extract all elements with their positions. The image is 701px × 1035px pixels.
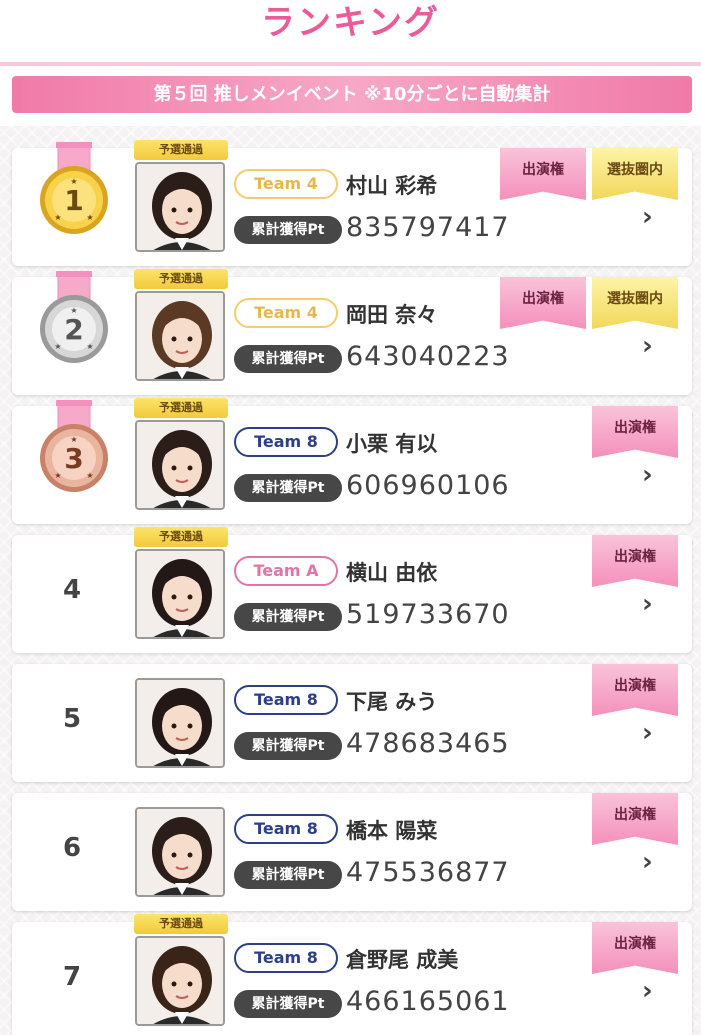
- points-value: 643040223: [346, 341, 510, 372]
- chevron-right-icon[interactable]: ›: [642, 847, 653, 877]
- svg-text:★: ★: [70, 177, 77, 186]
- appearance-right-tag: 出演権: [592, 664, 678, 716]
- points-label: 累計獲得Pt: [234, 216, 342, 244]
- svg-text:★: ★: [86, 342, 93, 351]
- svg-text:★: ★: [54, 342, 61, 351]
- team-badge: Team 8: [234, 685, 338, 715]
- chevron-right-icon[interactable]: ›: [642, 718, 653, 748]
- svg-text:2: 2: [64, 313, 83, 346]
- points-value: 475536877: [346, 857, 510, 888]
- member-photo: [135, 807, 225, 897]
- team-badge: Team 4: [234, 298, 338, 328]
- team-badge: Team 8: [234, 943, 338, 973]
- points-value: 478683465: [346, 728, 510, 759]
- bronze-medal-icon: 3 ★ ★ ★: [36, 399, 112, 496]
- points-label: 累計獲得Pt: [234, 861, 342, 889]
- svg-text:3: 3: [64, 442, 83, 475]
- ranking-card[interactable]: 6 Team 8 橋本 陽菜 累計獲得Pt 475536877 出演権 ›: [12, 793, 692, 911]
- appearance-right-tag: 出演権: [592, 406, 678, 458]
- points-value: 466165061: [346, 986, 510, 1017]
- selection-zone-tag: 選抜圏内: [592, 277, 678, 329]
- ranking-card[interactable]: 2 ★ ★ ★ 予選通過 Team 4 岡田 奈々 累計獲得Pt 643040223 出演権 選抜圏…: [12, 269, 692, 395]
- points-label: 累計獲得Pt: [234, 732, 342, 760]
- chevron-right-icon[interactable]: ›: [642, 202, 653, 232]
- appearance-right-tag: 出演権: [592, 922, 678, 974]
- qualified-badge: 予選通過: [134, 140, 228, 160]
- member-photo: [135, 420, 225, 510]
- appearance-right-tag: 出演権: [500, 148, 586, 200]
- rank-number: 7: [62, 962, 82, 992]
- member-name: 村山 彩希: [346, 174, 438, 198]
- member-name: 倉野尾 成美: [346, 948, 459, 972]
- gold-medal-icon: 1 ★ ★ ★: [36, 141, 112, 238]
- member-name: 岡田 奈々: [346, 303, 438, 327]
- svg-text:1: 1: [64, 184, 83, 217]
- appearance-right-tag: 出演権: [592, 535, 678, 587]
- member-photo: [135, 162, 225, 252]
- chevron-right-icon[interactable]: ›: [642, 976, 653, 1006]
- page-header: ランキング: [0, 0, 701, 62]
- silver-medal-icon: 2 ★ ★ ★: [36, 270, 112, 367]
- points-label: 累計獲得Pt: [234, 474, 342, 502]
- svg-text:★: ★: [70, 435, 77, 444]
- chevron-right-icon[interactable]: ›: [642, 331, 653, 361]
- rank-number: 4: [62, 575, 82, 605]
- member-name: 橋本 陽菜: [346, 819, 438, 843]
- svg-text:★: ★: [54, 471, 61, 480]
- points-label: 累計獲得Pt: [234, 345, 342, 373]
- member-name: 横山 由依: [346, 561, 438, 585]
- rank-number: 6: [62, 833, 82, 863]
- team-badge: Team A: [234, 556, 338, 586]
- points-value: 835797417: [346, 212, 510, 243]
- qualified-badge: 予選通過: [134, 914, 228, 934]
- points-label: 累計獲得Pt: [234, 990, 342, 1018]
- qualified-badge: 予選通過: [134, 269, 228, 289]
- selection-zone-tag: 選抜圏内: [592, 148, 678, 200]
- member-photo: [135, 549, 225, 639]
- team-badge: Team 8: [234, 427, 338, 457]
- ranking-card[interactable]: 1 ★ ★ ★ 予選通過 Team 4 村山 彩希 累計獲得Pt 835797417 出演権 選抜圏…: [12, 140, 692, 266]
- qualified-badge: 予選通過: [134, 398, 228, 418]
- points-value: 606960106: [346, 470, 510, 501]
- member-name: 小栗 有以: [346, 432, 438, 456]
- svg-text:★: ★: [86, 213, 93, 222]
- team-badge: Team 4: [234, 169, 338, 199]
- member-photo: [135, 678, 225, 768]
- svg-text:★: ★: [54, 213, 61, 222]
- appearance-right-tag: 出演権: [500, 277, 586, 329]
- ranking-card[interactable]: 3 ★ ★ ★ 予選通過 Team 8 小栗 有以 累計獲得Pt 606960106 出演権 ›: [12, 398, 692, 524]
- member-photo: [135, 291, 225, 381]
- chevron-right-icon[interactable]: ›: [642, 460, 653, 490]
- points-value: 519733670: [346, 599, 510, 630]
- svg-text:★: ★: [86, 471, 93, 480]
- points-label: 累計獲得Pt: [234, 603, 342, 631]
- member-photo: [135, 936, 225, 1026]
- event-banner: 第５回 推しメンイベント ※10分ごとに自動集計: [12, 76, 692, 113]
- ranking-card[interactable]: 5 Team 8 下尾 みう 累計獲得Pt 478683465 出演権 ›: [12, 664, 692, 782]
- rank-number: 5: [62, 704, 82, 734]
- qualified-badge: 予選通過: [134, 527, 228, 547]
- member-name: 下尾 みう: [346, 690, 438, 714]
- team-badge: Team 8: [234, 814, 338, 844]
- page-title: ランキング: [261, 3, 440, 43]
- appearance-right-tag: 出演権: [592, 793, 678, 845]
- svg-text:★: ★: [70, 306, 77, 315]
- ranking-card[interactable]: 4 予選通過 Team A 横山 由依 累計獲得Pt 519733670 出演権 ›: [12, 527, 692, 653]
- chevron-right-icon[interactable]: ›: [642, 589, 653, 619]
- ranking-card[interactable]: 7 予選通過 Team 8 倉野尾 成美 累計獲得Pt 466165061 出演権 ›: [12, 914, 692, 1035]
